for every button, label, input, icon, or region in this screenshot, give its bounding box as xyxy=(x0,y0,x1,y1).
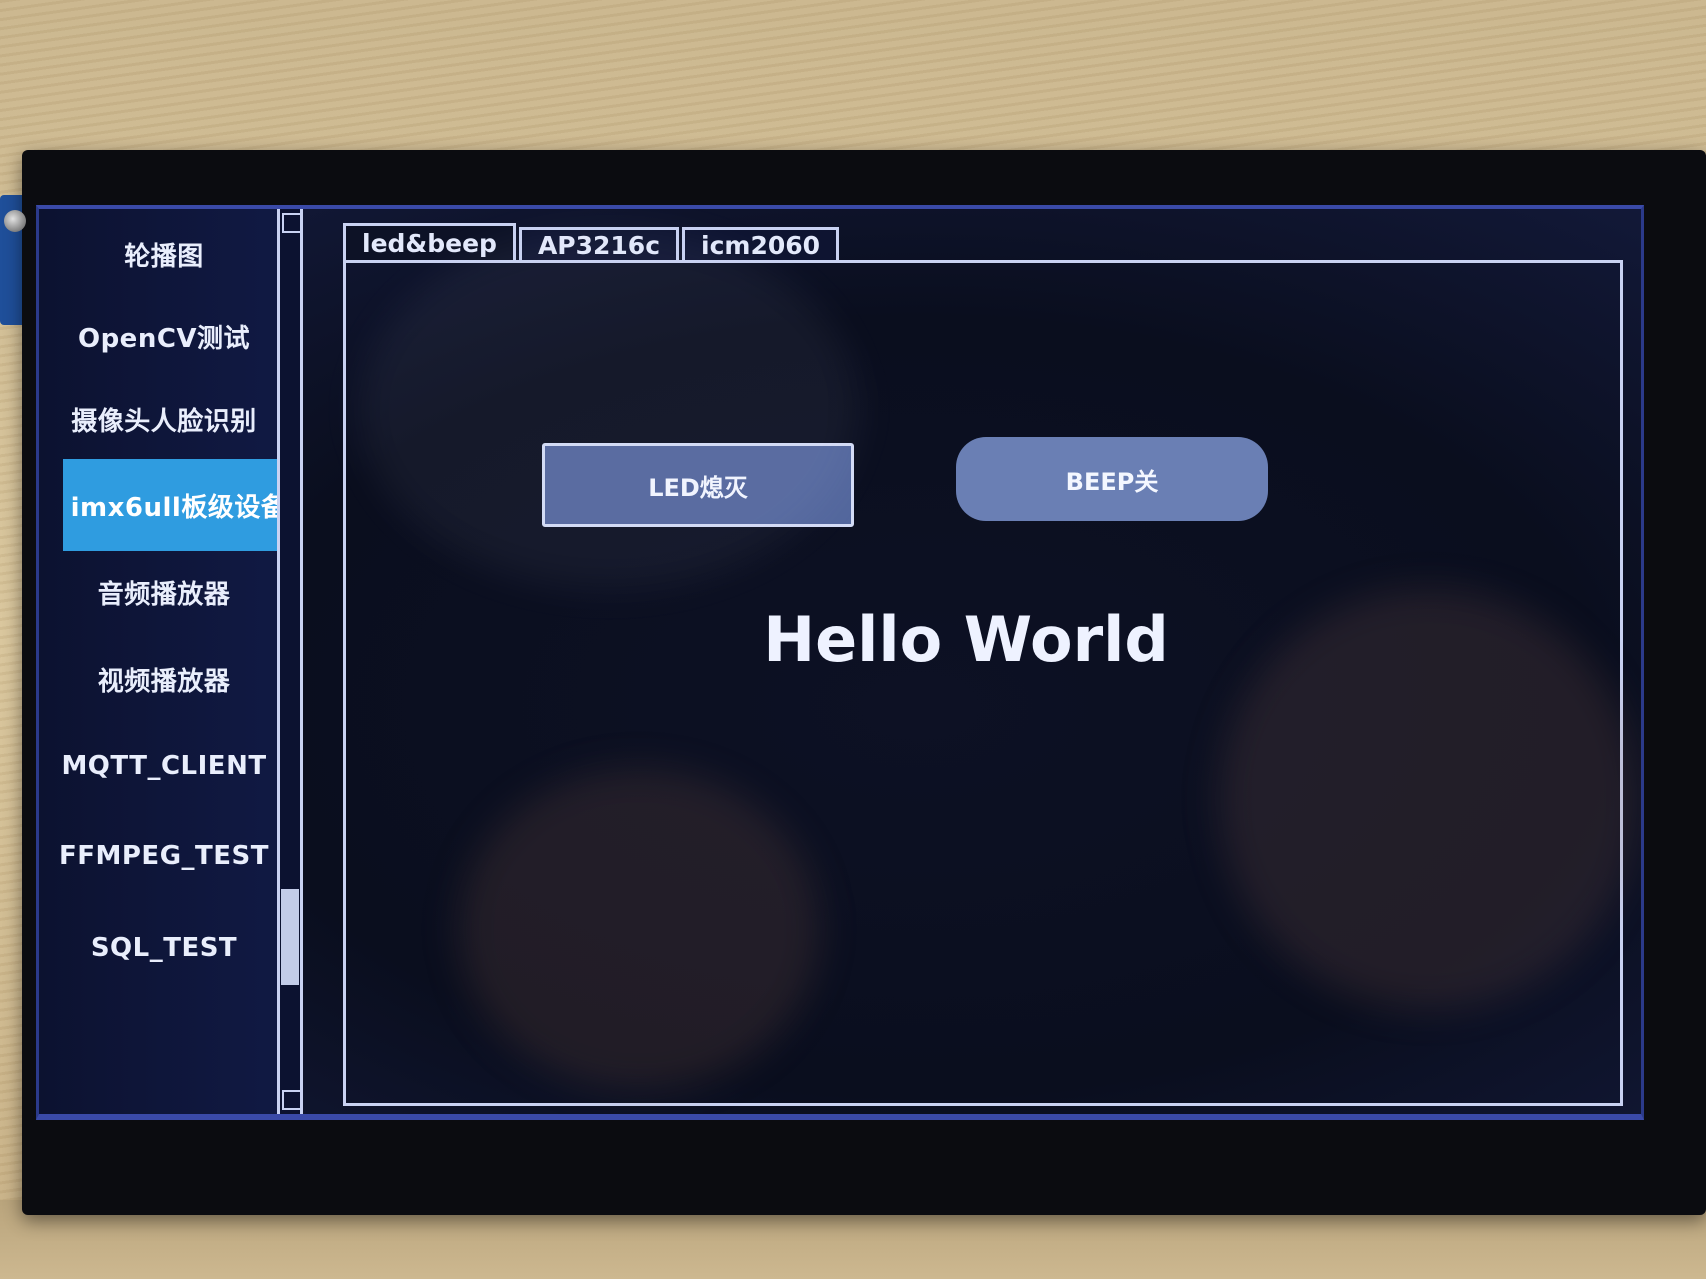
sidebar-item-label: 音频播放器 xyxy=(97,579,231,610)
sidebar-item-board-devices[interactable]: imx6ull板级设备 xyxy=(63,459,295,551)
scroll-up-icon[interactable] xyxy=(282,213,302,233)
beep-button-label: BEEP关 xyxy=(1065,467,1159,496)
sidebar-item-label: OpenCV测试 xyxy=(77,323,251,354)
lcd-screen: 轮播图 OpenCV测试 摄像头人脸识别 imx6ull板级设备 音频播放器 视… xyxy=(36,205,1644,1120)
sidebar-scrollbar[interactable] xyxy=(277,209,303,1114)
sidebar-item-mqtt-client[interactable]: MQTT_CLIENT xyxy=(39,721,289,811)
sidebar-nav: 轮播图 OpenCV测试 摄像头人脸识别 imx6ull板级设备 音频播放器 视… xyxy=(39,209,303,1114)
sidebar-item-carousel[interactable]: 轮播图 xyxy=(39,209,289,299)
tab-label: AP3216c xyxy=(537,231,661,260)
hello-world-label: Hello World xyxy=(763,603,1169,676)
tab-bar: led&beep AP3216c icm2060 xyxy=(343,223,840,263)
screw-icon xyxy=(4,210,26,232)
sidebar-item-label: 视频播放器 xyxy=(97,666,231,697)
sidebar-item-label: SQL_TEST xyxy=(90,933,238,963)
sidebar-item-opencv[interactable]: OpenCV测试 xyxy=(39,291,289,381)
sidebar-item-face-recognition[interactable]: 摄像头人脸识别 xyxy=(39,374,289,464)
led-button-label: LED熄灭 xyxy=(648,473,748,502)
sidebar-item-label: 轮播图 xyxy=(124,241,204,272)
sidebar-item-ffmpeg-test[interactable]: FFMPEG_TEST xyxy=(39,811,289,901)
led-toggle-button[interactable]: LED熄灭 xyxy=(542,443,854,527)
scrollbar-handle[interactable] xyxy=(281,889,299,985)
tab-led-beep[interactable]: led&beep xyxy=(343,223,516,261)
tab-pane-led-beep: LED熄灭 BEEP关 Hello World xyxy=(343,260,1623,1106)
sidebar-item-audio-player[interactable]: 音频播放器 xyxy=(39,547,289,637)
sidebar-item-sql-test[interactable]: SQL_TEST xyxy=(39,903,289,993)
sidebar-item-video-player[interactable]: 视频播放器 xyxy=(39,634,289,724)
tab-label: icm2060 xyxy=(701,231,821,260)
tab-ap3216c[interactable]: AP3216c xyxy=(518,227,680,261)
sidebar-item-label: imx6ull板级设备 xyxy=(70,492,288,523)
sidebar-item-label: MQTT_CLIENT xyxy=(61,751,267,781)
scroll-down-icon[interactable] xyxy=(282,1090,302,1110)
sidebar-item-label: 摄像头人脸识别 xyxy=(71,406,257,437)
tab-icm2060[interactable]: icm2060 xyxy=(682,227,840,261)
beep-toggle-button[interactable]: BEEP关 xyxy=(956,437,1268,521)
sidebar-item-label: FFMPEG_TEST xyxy=(58,841,269,871)
tab-label: led&beep xyxy=(362,229,497,258)
